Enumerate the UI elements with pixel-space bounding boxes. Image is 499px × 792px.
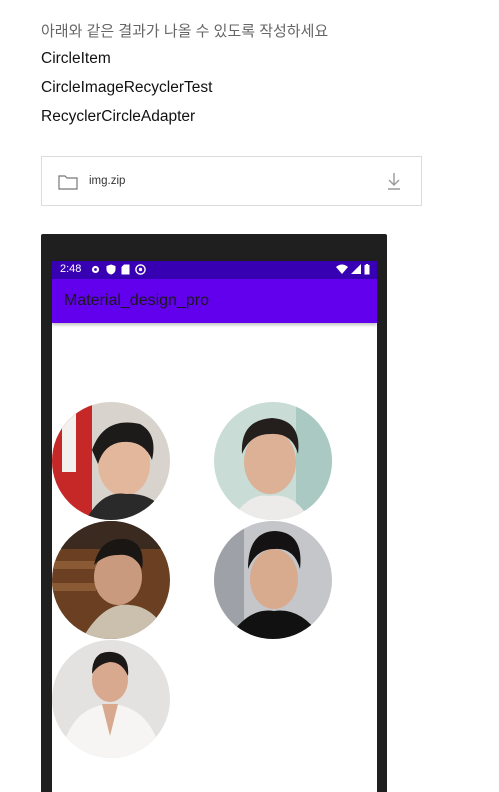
folder-icon: [58, 174, 78, 195]
attachment-card[interactable]: img.zip: [41, 156, 422, 206]
sd-card-icon: [121, 264, 130, 278]
at-sign-icon: [135, 264, 146, 278]
attachment-filename[interactable]: img.zip: [89, 175, 125, 187]
circle-item-5[interactable]: [52, 640, 170, 758]
circle-item-4[interactable]: [214, 521, 332, 639]
wifi-icon: [336, 264, 348, 278]
app-bar: Material_design_pro: [52, 279, 377, 323]
class-name-circleitem: CircleItem: [41, 50, 111, 67]
class-name-recycler-circle-adapter: RecyclerCircleAdapter: [41, 108, 196, 125]
status-bar: 2:48: [52, 261, 377, 279]
circle-item-3[interactable]: [52, 521, 170, 639]
shield-icon: [106, 264, 116, 278]
circle-item-2[interactable]: [214, 402, 332, 520]
download-icon[interactable]: [385, 171, 403, 196]
app-title: Material_design_pro: [64, 292, 209, 309]
phone-screenshot: 2:48 Material_design_pro: [41, 234, 387, 792]
class-name-circle-image-recycler-test: CircleImageRecyclerTest: [41, 79, 213, 96]
signal-icon: [351, 264, 361, 278]
status-time: 2:48: [60, 263, 82, 275]
circle-item-1[interactable]: [52, 402, 170, 520]
battery-icon: [364, 264, 370, 278]
app-screen: 2:48 Material_design_pro: [52, 261, 377, 792]
gear-icon: [90, 264, 101, 278]
instruction-text: 아래와 같은 결과가 나올 수 있도록 작성하세요: [41, 23, 329, 40]
